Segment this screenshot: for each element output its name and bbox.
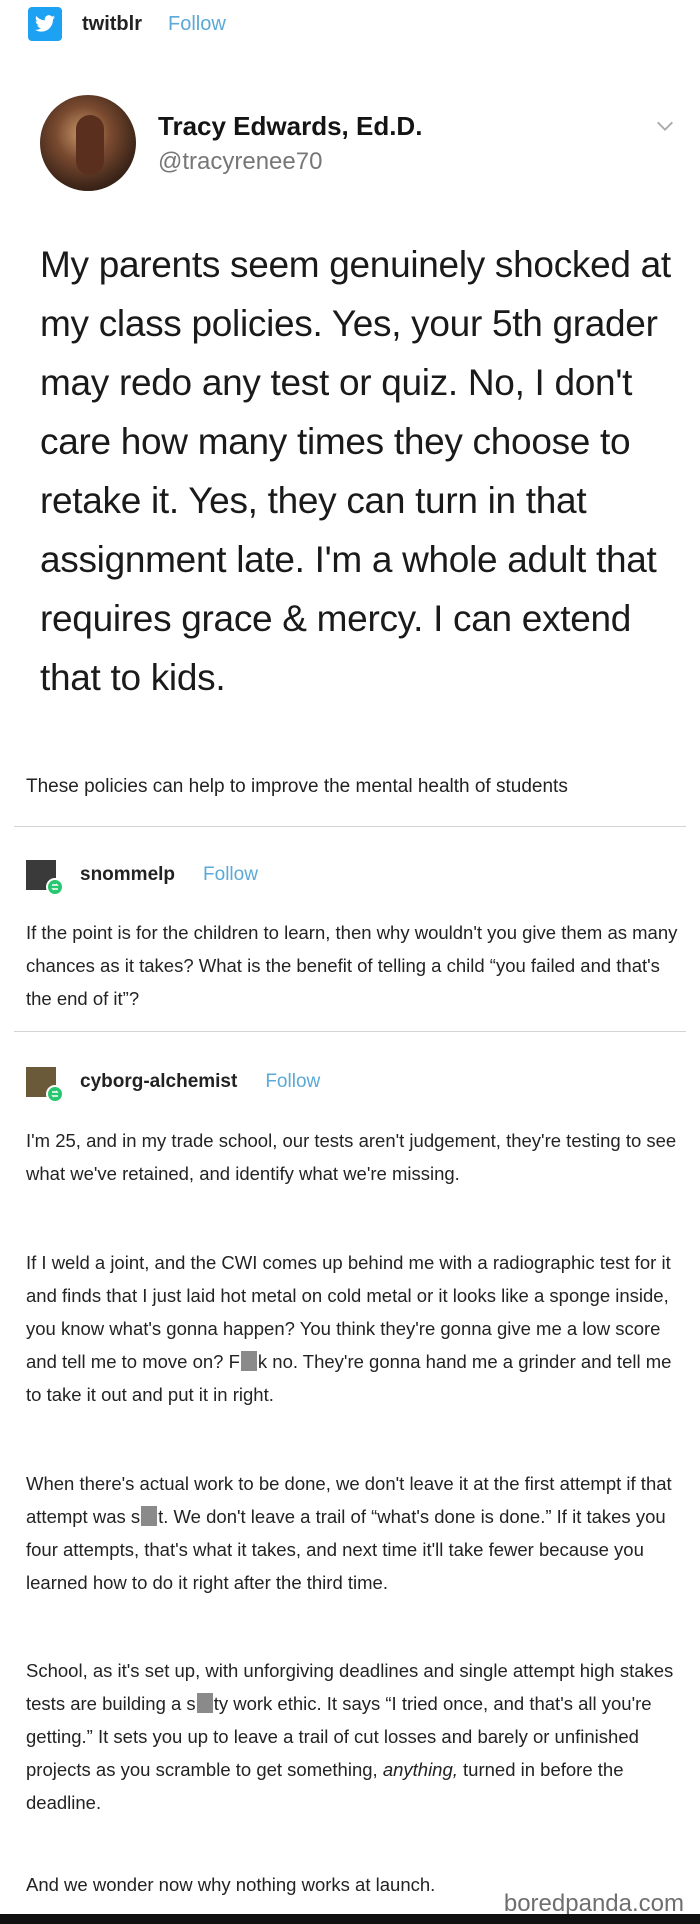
avatar[interactable] [26,860,64,896]
avatar[interactable] [26,1067,64,1103]
author-name[interactable]: Tracy Edwards, Ed.D. [158,111,422,142]
reblog-paragraph: School, as it's set up, with unforgiving… [26,1654,681,1819]
reblog-text: If the point is for the children to lear… [26,922,678,1009]
censor-block [196,1693,213,1713]
twitter-logo-icon[interactable] [28,7,62,41]
divider [14,1031,686,1032]
reblog-username[interactable]: cyborg-alchemist [80,1071,237,1093]
censor-block [141,1506,158,1526]
author-handle[interactable]: @tracyrenee70 [158,148,422,176]
censor-block [240,1351,257,1371]
chevron-down-icon[interactable] [654,115,676,137]
post-header: twitblr Follow [0,0,700,48]
tweet-text: My parents seem genuinely shocked at my … [40,244,671,698]
reblog-username[interactable]: snommelp [80,864,175,886]
reblog-header-cyborg-alchemist: cyborg-alchemist Follow [26,1067,320,1103]
post-caption: These policies can help to improve the m… [26,776,568,797]
follow-button[interactable]: Follow [265,1071,320,1093]
follow-button[interactable]: Follow [203,864,258,886]
reblog-paragraph: When there's actual work to be done, we … [26,1467,681,1599]
footer-bar [0,1914,700,1924]
follow-button[interactable]: Follow [168,13,226,36]
source-blog-name[interactable]: twitblr [82,13,142,36]
reblog-paragraph: If I weld a joint, and the CWI comes up … [26,1246,681,1411]
divider [14,826,686,827]
reblog-header-snommelp: snommelp Follow [26,860,258,896]
emphasis-text: anything, [382,1759,458,1780]
avatar[interactable] [40,95,136,191]
tweet-author: Tracy Edwards, Ed.D. @tracyrenee70 [40,95,422,191]
reblog-paragraph: I'm 25, and in my trade school, our test… [26,1130,677,1184]
reblog-badge-icon [46,1085,64,1103]
reblog-badge-icon [46,878,64,896]
